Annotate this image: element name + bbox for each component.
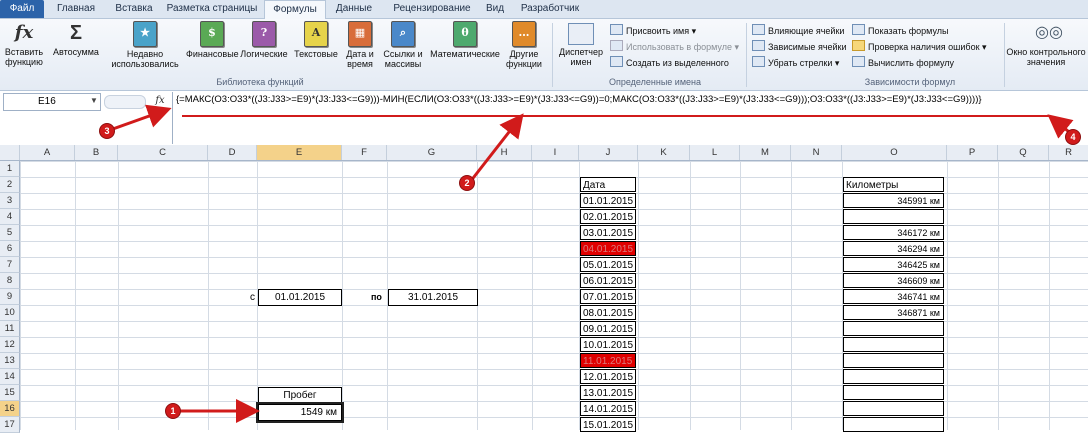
- annotation-badge: 4: [1066, 130, 1080, 144]
- annotation-badge: 2: [460, 176, 474, 190]
- arrow-2: [468, 113, 524, 183]
- arrow-3: [109, 104, 172, 132]
- annotation-arrows: [109, 104, 1075, 423]
- annotation-badge: 1: [166, 404, 180, 418]
- annotation-badge: 3: [100, 124, 114, 138]
